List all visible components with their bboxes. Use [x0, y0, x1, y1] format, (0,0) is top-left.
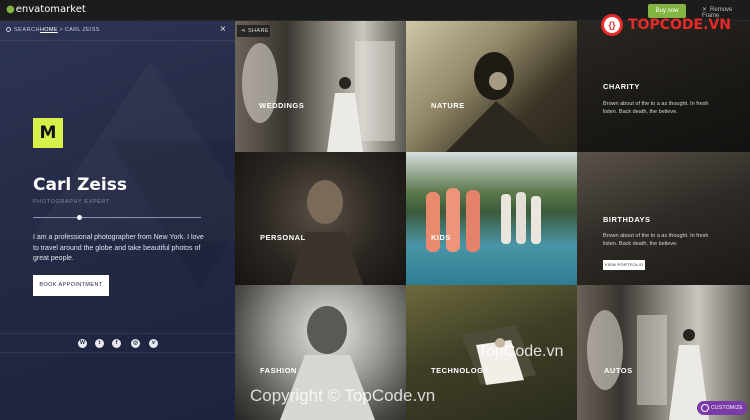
envato-leaf-icon: ●: [6, 4, 15, 15]
social-bar: W t f ◎ v: [0, 333, 235, 353]
instagram-icon[interactable]: ◎: [131, 339, 140, 348]
book-appointment-button[interactable]: BOOK APPOINTMENT: [33, 275, 109, 296]
breadcrumb-current: CARL ZEISS: [64, 27, 100, 33]
divider: [33, 215, 201, 220]
panel-header: SEARCH HOME > CARL ZEISS ×: [0, 21, 235, 41]
weddings-photo: [242, 41, 395, 152]
twitter-icon[interactable]: t: [95, 339, 104, 348]
view-portfolio-button[interactable]: VIEW PORTFOLIO: [603, 260, 645, 270]
profile-panel: SEARCH HOME > CARL ZEISS × M Carl Zeiss …: [0, 21, 235, 420]
search-icon: [6, 27, 11, 32]
logo-monogram: M: [33, 118, 63, 148]
share-button[interactable]: ⋖ SHARE: [237, 25, 270, 37]
copyright-watermark: Copyright © TopCode.vn: [250, 386, 436, 405]
tile-kids[interactable]: KIDS: [406, 152, 577, 285]
tile-birthdays[interactable]: BIRTHDAYS Brown about of the to a as tho…: [577, 152, 750, 285]
search-button[interactable]: SEARCH: [6, 27, 40, 33]
profile-role: PHOTOGRAPHY EXPERT: [33, 199, 110, 205]
autos-photo: [587, 310, 709, 420]
tile-autos[interactable]: AUTOS: [577, 285, 750, 420]
breadcrumb-home[interactable]: HOME: [40, 27, 58, 33]
kids-photo: [426, 188, 541, 252]
gear-icon: [701, 404, 709, 412]
facebook-icon[interactable]: f: [112, 339, 121, 348]
nature-photo: [446, 52, 556, 152]
tile-nature[interactable]: NATURE: [406, 21, 577, 152]
vimeo-icon[interactable]: v: [149, 339, 158, 348]
envato-logo[interactable]: ●envatomarket: [6, 4, 86, 15]
topcode-watermark: {} TOPCODE.VN: [601, 14, 741, 36]
site-watermark: TopCode.vn: [478, 343, 564, 360]
close-panel-icon[interactable]: ×: [220, 24, 226, 35]
wordpress-icon[interactable]: W: [78, 339, 87, 348]
breadcrumb: HOME > CARL ZEISS: [40, 27, 100, 33]
profile-name: Carl Zeiss: [33, 175, 127, 195]
profile-bio: I am a professional photographer from Ne…: [33, 234, 204, 262]
tile-weddings[interactable]: WEDDINGS: [235, 21, 406, 152]
topcode-badge-icon: {}: [601, 14, 623, 36]
tile-personal[interactable]: PERSONAL: [235, 152, 406, 285]
tile-charity[interactable]: CHARITY Brown about of the to a as thoug…: [577, 21, 750, 152]
share-icon: ⋖: [241, 28, 248, 34]
personal-photo: [290, 180, 363, 285]
customize-button[interactable]: CUSTOMIZE: [697, 401, 747, 415]
